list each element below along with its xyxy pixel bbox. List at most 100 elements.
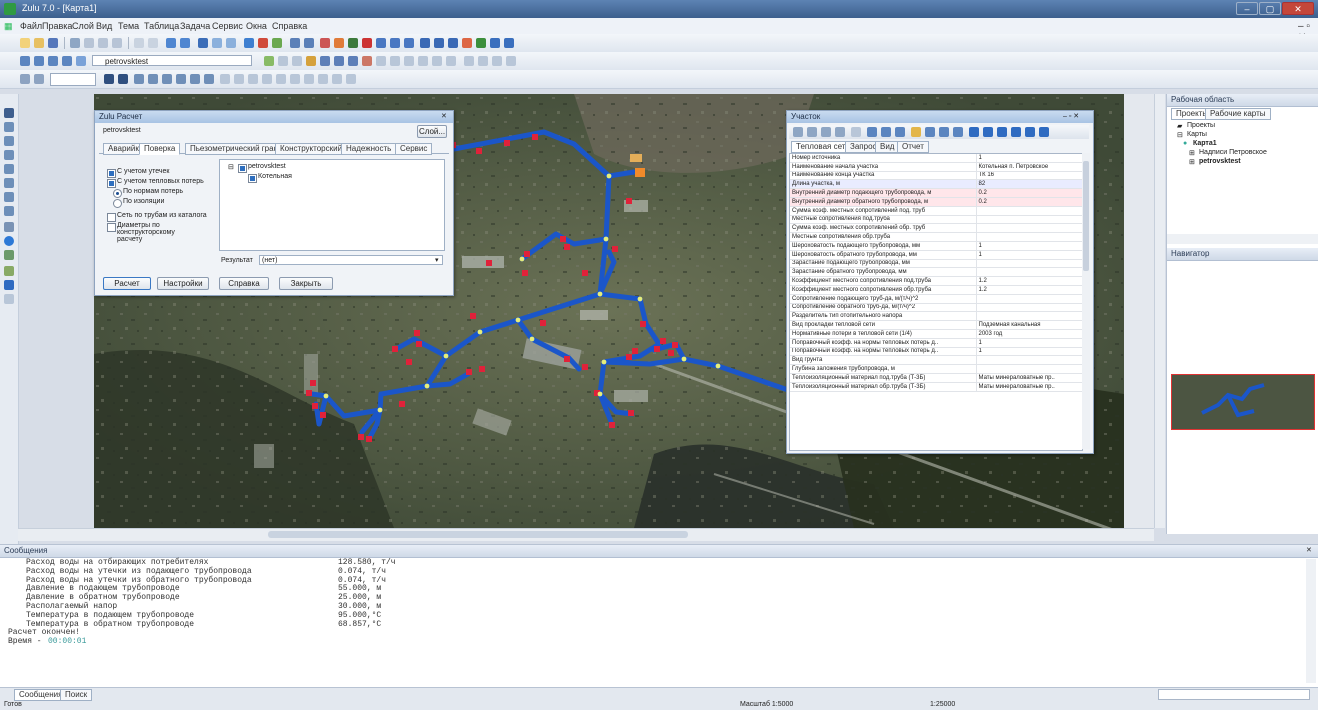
menu-item-task[interactable]: Задача	[180, 21, 210, 31]
tab-view[interactable]: Вид	[875, 141, 900, 153]
properties-scrollbar[interactable]	[1082, 153, 1090, 449]
chevron-down-icon[interactable]: ▾	[435, 256, 439, 264]
link-icon[interactable]	[262, 74, 272, 84]
property-row[interactable]: Сопротивление подающего труб-да, м/(т/ч)…	[790, 294, 1082, 304]
zoom-next-icon[interactable]	[204, 74, 214, 84]
property-row[interactable]: Местные сопротивления обр.труба	[790, 232, 1082, 242]
zoom-in-icon[interactable]	[148, 74, 158, 84]
arrow-icon[interactable]	[118, 74, 128, 84]
first-icon[interactable]	[793, 127, 803, 137]
next-icon[interactable]	[821, 127, 831, 137]
property-value[interactable]	[976, 215, 1082, 225]
property-value[interactable]: 1.2	[976, 285, 1082, 295]
align-icon[interactable]	[506, 56, 516, 66]
new-file-icon[interactable]	[20, 38, 30, 48]
property-row[interactable]: Коэффициент местного сопротивления обр.т…	[790, 285, 1082, 295]
property-value[interactable]: 1.2	[976, 276, 1082, 286]
bookmark-icon[interactable]	[304, 74, 314, 84]
tree-map1[interactable]: Карта1	[1193, 140, 1217, 147]
layer-remove-icon[interactable]	[34, 56, 44, 66]
zoom-full-icon[interactable]	[176, 74, 186, 84]
draw-node-icon[interactable]	[278, 56, 288, 66]
zoom-layer-icon[interactable]	[4, 178, 14, 188]
property-value[interactable]	[976, 355, 1082, 366]
tab-reliability[interactable]: Надежность	[341, 143, 397, 155]
zoom-in-tool-icon[interactable]	[4, 122, 14, 132]
open-folder-icon[interactable]	[34, 38, 44, 48]
help-button[interactable]: Справка	[219, 277, 269, 290]
property-value[interactable]: Котельная п. Петровское	[976, 162, 1082, 172]
grid-icon[interactable]	[290, 38, 300, 48]
calc-icon[interactable]	[420, 38, 430, 48]
query-icon[interactable]	[212, 38, 222, 48]
layer-add-icon[interactable]	[20, 56, 30, 66]
symbol-icon[interactable]	[432, 56, 442, 66]
property-row[interactable]: Вид грунта	[790, 355, 1082, 366]
find-icon[interactable]	[318, 74, 328, 84]
property-row[interactable]: Сопротивление обратного труб-да, м/(т/ч)…	[790, 303, 1082, 313]
menu-item-help[interactable]: Справка	[272, 21, 307, 31]
property-row[interactable]: Коэффициент местного сопротивления под.т…	[790, 276, 1082, 286]
props-table-icon[interactable]	[867, 127, 877, 137]
pointer-icon[interactable]	[104, 74, 114, 84]
tab-report[interactable]: Отчет	[897, 141, 929, 153]
split-icon[interactable]	[376, 56, 386, 66]
save-icon[interactable]	[48, 38, 58, 48]
property-row[interactable]: Сумма коэф. местных сопротивлений обр. т…	[790, 223, 1082, 234]
property-row[interactable]: Шероховатость подающего трубопровода, мм…	[790, 241, 1082, 251]
property-row[interactable]: Теплоизоляционный материал под.труба (Т-…	[790, 373, 1082, 383]
menu-item-windows[interactable]: Окна	[246, 21, 267, 31]
property-row[interactable]: Номер источника 1	[790, 154, 1082, 163]
zoom-window-icon[interactable]	[4, 164, 14, 174]
draw-tool-icon[interactable]	[4, 280, 14, 290]
layer-list-icon[interactable]	[76, 56, 86, 66]
tree-scrollbar[interactable]	[1167, 234, 1318, 244]
property-value[interactable]: 1	[976, 250, 1082, 260]
property-value[interactable]	[976, 294, 1082, 304]
info-tool-icon[interactable]	[4, 236, 14, 246]
property-value[interactable]: 0.2	[976, 197, 1082, 207]
redo-icon[interactable]	[148, 38, 158, 48]
property-value[interactable]	[976, 303, 1082, 313]
valve-icon[interactable]	[376, 38, 386, 48]
property-row[interactable]: Наименование конца участка ТК 16	[790, 171, 1082, 181]
layer-refresh-icon[interactable]	[62, 56, 72, 66]
ungroup-icon[interactable]	[492, 56, 502, 66]
property-row[interactable]: Внутренний диаметр подающего трубопровод…	[790, 188, 1082, 198]
property-value[interactable]: 1	[976, 154, 1082, 163]
property-value[interactable]	[976, 206, 1082, 216]
style-icon[interactable]	[446, 56, 456, 66]
draw-poly-icon[interactable]	[292, 56, 302, 66]
run-icon[interactable]	[272, 38, 282, 48]
props-temp-icon[interactable]	[1011, 127, 1021, 137]
leaks-checkbox[interactable]	[107, 169, 116, 178]
move-icon[interactable]	[334, 56, 344, 66]
property-row[interactable]: Глубина заложения трубопровода, м	[790, 364, 1082, 374]
map-vertical-scrollbar[interactable]	[1154, 94, 1165, 528]
undo-icon[interactable]	[134, 38, 144, 48]
alert-icon[interactable]	[462, 38, 472, 48]
record-icon[interactable]	[504, 38, 514, 48]
map-horizontal-scrollbar[interactable]	[18, 528, 1154, 541]
property-row[interactable]: Вид прокладки тепловой сети Подземная кан…	[790, 320, 1082, 330]
tree-root-checkbox[interactable]	[238, 164, 247, 173]
props-search-icon[interactable]	[911, 127, 921, 137]
rotate-icon[interactable]	[348, 56, 358, 66]
property-value[interactable]: 1	[976, 241, 1082, 251]
properties-scroll-thumb[interactable]	[1083, 161, 1089, 271]
menu-item-theme[interactable]: Тема	[118, 21, 139, 31]
measure-icon[interactable]	[404, 56, 414, 66]
tree-expand-maps-icon[interactable]: ⊟	[1177, 131, 1183, 139]
filter-icon[interactable]	[226, 38, 236, 48]
property-row[interactable]: Поправочный коэфф. на нормы тепловых пот…	[790, 338, 1082, 348]
pipe-red-icon[interactable]	[320, 38, 330, 48]
stop-icon[interactable]	[258, 38, 268, 48]
label-icon[interactable]	[418, 56, 428, 66]
property-row[interactable]: Разделитель тип отопительного напора	[790, 311, 1082, 322]
property-value[interactable]	[976, 267, 1082, 278]
close-dialog-button[interactable]: Закрыть	[279, 277, 333, 290]
property-value[interactable]	[976, 259, 1082, 269]
menu-item-file[interactable]: Файл	[20, 21, 42, 31]
source-icon[interactable]	[404, 38, 414, 48]
scale-combo[interactable]	[50, 73, 96, 86]
